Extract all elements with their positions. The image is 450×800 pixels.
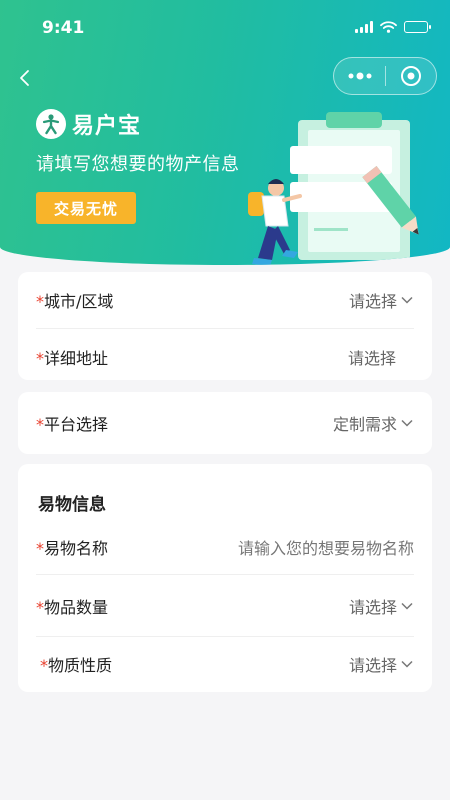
address-value: 请选择 bbox=[347, 348, 396, 368]
brand-name: 易户宝 bbox=[72, 114, 142, 139]
required-mark: * bbox=[36, 415, 44, 434]
close-mini-program-button[interactable] bbox=[386, 58, 436, 94]
item-nature-value: 请选择 bbox=[348, 655, 397, 675]
city-region-value: 请选择 bbox=[348, 292, 397, 311]
item-nature-label: 物质性质 bbox=[48, 655, 113, 675]
signal-icon bbox=[355, 21, 373, 33]
mini-program-capsule bbox=[333, 57, 437, 95]
wifi-icon bbox=[380, 21, 397, 33]
address-row[interactable]: *详细地址 请选择 bbox=[36, 328, 414, 384]
required-mark: * bbox=[36, 597, 44, 617]
item-info-title: 易物信息 bbox=[38, 495, 106, 515]
more-dots-icon bbox=[348, 72, 371, 80]
more-button[interactable] bbox=[334, 58, 385, 94]
platform-card: *平台选择 定制需求 bbox=[18, 392, 432, 454]
platform-value: 定制需求 bbox=[332, 415, 397, 434]
platform-row[interactable]: *平台选择 定制需求 bbox=[36, 392, 414, 454]
item-name-label: 易物名称 bbox=[44, 539, 109, 558]
chevron-down-icon bbox=[401, 419, 413, 427]
battery-icon bbox=[404, 21, 431, 33]
hero-banner: 9:41 易户宝 请填写您想要的物产信息 交易无忧 bbox=[0, 0, 450, 265]
item-nature-row[interactable]: *物质性质 请选择 bbox=[36, 636, 414, 690]
trade-badge: 交易无忧 bbox=[36, 192, 136, 224]
item-name-row[interactable]: *易物名称 请输入您的想要易物名称 bbox=[36, 520, 414, 574]
required-mark: * bbox=[36, 539, 44, 558]
address-label: 详细地址 bbox=[44, 348, 109, 368]
chevron-down-icon bbox=[401, 660, 413, 668]
city-region-label: 城市/区域 bbox=[44, 292, 114, 311]
item-quantity-row[interactable]: *物品数量 请选择 bbox=[36, 574, 414, 636]
chevron-down-icon bbox=[401, 296, 413, 304]
required-mark: * bbox=[36, 348, 44, 368]
required-mark: * bbox=[40, 655, 48, 675]
item-quantity-label: 物品数量 bbox=[44, 597, 109, 617]
status-bar: 9:41 bbox=[0, 0, 450, 56]
location-card: *城市/区域 请选择 *详细地址 请选择 bbox=[18, 272, 432, 380]
status-icons bbox=[355, 21, 431, 33]
clipboard-illustration bbox=[248, 112, 419, 265]
hero-subtitle: 请填写您想要的物产信息 bbox=[36, 154, 240, 175]
item-quantity-value: 请选择 bbox=[348, 597, 397, 617]
chevron-down-icon bbox=[401, 602, 413, 610]
required-mark: * bbox=[36, 292, 44, 311]
city-region-row[interactable]: *城市/区域 请选择 bbox=[36, 272, 414, 328]
brand: 易户宝 bbox=[36, 108, 141, 140]
item-info-card: 易物信息 *易物名称 请输入您的想要易物名称 *物品数量 请选择 *物质性质 请… bbox=[18, 464, 432, 692]
chevron-left-icon bbox=[20, 70, 29, 86]
platform-label: 平台选择 bbox=[44, 415, 109, 434]
brand-logo-icon bbox=[36, 109, 66, 139]
target-icon bbox=[400, 66, 421, 86]
status-time: 9:41 bbox=[42, 18, 85, 38]
back-button[interactable] bbox=[16, 66, 36, 90]
item-name-input[interactable]: 请输入您的想要易物名称 bbox=[238, 535, 414, 559]
